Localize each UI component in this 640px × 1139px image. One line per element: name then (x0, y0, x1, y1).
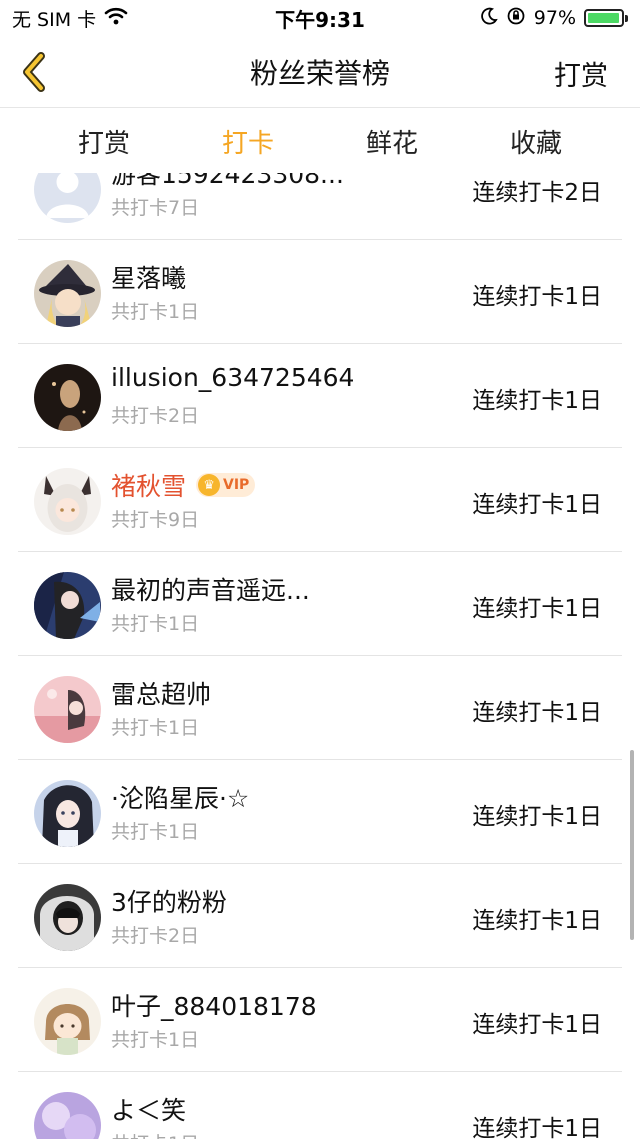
list-item[interactable]: 3仔的粉粉 共打卡2日 连续打卡1日 (18, 864, 622, 968)
fan-streak: 连续打卡1日 (472, 1116, 602, 1139)
nav-bar: 粉丝荣誉榜 打赏 (0, 36, 640, 108)
fan-total-checkins: 共打卡1日 (111, 301, 200, 323)
dark-portrait-avatar (34, 364, 101, 431)
fan-name: 最初的声音遥远... (111, 576, 310, 605)
list-item[interactable]: 最初的声音遥远... 共打卡1日 连续打卡1日 (18, 552, 622, 656)
fan-total-checkins: 共打卡1日 (111, 821, 200, 843)
status-left: 无 SIM 卡 (12, 5, 128, 32)
purple-sky-avatar (34, 1092, 101, 1139)
fan-streak: 连续打卡1日 (472, 492, 602, 518)
fan-total-checkins: 共打卡1日 (111, 613, 200, 635)
fan-total-checkins: 共打卡2日 (111, 925, 200, 947)
list-item[interactable]: illusion_634725464 共打卡2日 连续打卡1日 (18, 344, 622, 448)
scrollbar[interactable] (630, 750, 634, 940)
fan-ranking-list-content: 游客1592423308... 共打卡7日 连续打卡2日 星落曦 共打卡1日 连… (0, 173, 640, 1139)
crown-icon: ♛ (198, 474, 221, 496)
witch-girl-avatar (34, 260, 101, 327)
hooded-boy-avatar (34, 884, 101, 951)
vip-badge: ♛ VIP (196, 473, 256, 497)
tab-flowers[interactable]: 鲜花 (332, 123, 452, 160)
reward-button[interactable]: 打赏 (554, 54, 608, 93)
fan-streak: 连续打卡2日 (472, 180, 602, 206)
default-avatar-icon (34, 173, 101, 223)
anime-blue-avatar (34, 572, 101, 639)
fan-ranking-list[interactable]: 游客1592423308... 共打卡7日 连续打卡2日 星落曦 共打卡1日 连… (0, 173, 640, 1139)
fox-ear-girl-avatar (34, 468, 101, 535)
fan-streak: 连续打卡1日 (472, 388, 602, 414)
fan-total-checkins: 共打卡7日 (111, 197, 200, 219)
fan-streak: 连续打卡1日 (472, 284, 602, 310)
battery-percent: 97% (533, 7, 576, 29)
fan-name: 褚秋雪 ♛ VIP (111, 467, 256, 503)
battery-icon (584, 9, 628, 27)
fan-name: 星落曦 (111, 264, 187, 293)
chibi-girl-avatar (34, 988, 101, 1055)
status-bar: 无 SIM 卡 下午9:31 97% (0, 0, 640, 36)
fan-name: よ＜笑 (111, 1096, 187, 1125)
list-item[interactable]: 游客1592423308... 共打卡7日 连续打卡2日 (18, 173, 622, 240)
fan-total-checkins: 共打卡1日 (111, 717, 200, 739)
fan-name: 3仔的粉粉 (111, 888, 227, 917)
carrier-label: 无 SIM 卡 (12, 8, 97, 31)
wifi-icon (104, 7, 128, 30)
list-item[interactable]: 雷总超帅 共打卡1日 连续打卡1日 (18, 656, 622, 760)
fan-name: ·沦陷星辰·☆ (111, 784, 250, 813)
list-item[interactable]: 星落曦 共打卡1日 连续打卡1日 (18, 240, 622, 344)
list-item[interactable]: 叶子_884018178 共打卡1日 连续打卡1日 (18, 968, 622, 1072)
fan-streak: 连续打卡1日 (472, 700, 602, 726)
fan-total-checkins: 共打卡1日 (111, 1129, 199, 1139)
moon-icon (480, 7, 498, 30)
tab-favorites[interactable]: 收藏 (476, 123, 596, 160)
tab-bar: 打赏 打卡 鲜花 收藏 (0, 109, 640, 173)
fan-streak: 连续打卡1日 (472, 1012, 602, 1038)
fan-name: 游客1592423308... (111, 173, 344, 189)
fan-streak: 连续打卡1日 (472, 908, 602, 934)
fan-total-checkins: 共打卡1日 (111, 1029, 200, 1051)
list-item[interactable]: 褚秋雪 ♛ VIP 共打卡9日 连续打卡1日 (18, 448, 622, 552)
chevron-left-icon (23, 52, 45, 92)
tab-reward[interactable]: 打赏 (44, 123, 164, 160)
fan-total-checkins: 共打卡2日 (111, 405, 200, 427)
tab-checkin[interactable]: 打卡 (188, 123, 308, 160)
pink-sunset-avatar (34, 676, 101, 743)
list-item[interactable]: ·沦陷星辰·☆ 共打卡1日 连续打卡1日 (18, 760, 622, 864)
status-right: 97% (480, 6, 628, 31)
fan-streak: 连续打卡1日 (472, 596, 602, 622)
list-item[interactable]: よ＜笑 共打卡1日 连续打卡1日 (18, 1072, 622, 1139)
fan-name: illusion_634725464 (111, 363, 355, 392)
fan-name: 叶子_884018178 (111, 992, 317, 1021)
fan-total-checkins: 共打卡9日 (111, 509, 200, 531)
page-title: 粉丝荣誉榜 (249, 56, 390, 90)
back-button[interactable] (14, 50, 54, 94)
anime-girl-avatar (34, 780, 101, 847)
fan-streak: 连续打卡1日 (472, 804, 602, 830)
fan-name: 雷总超帅 (111, 680, 212, 709)
rotation-lock-icon (506, 6, 526, 31)
